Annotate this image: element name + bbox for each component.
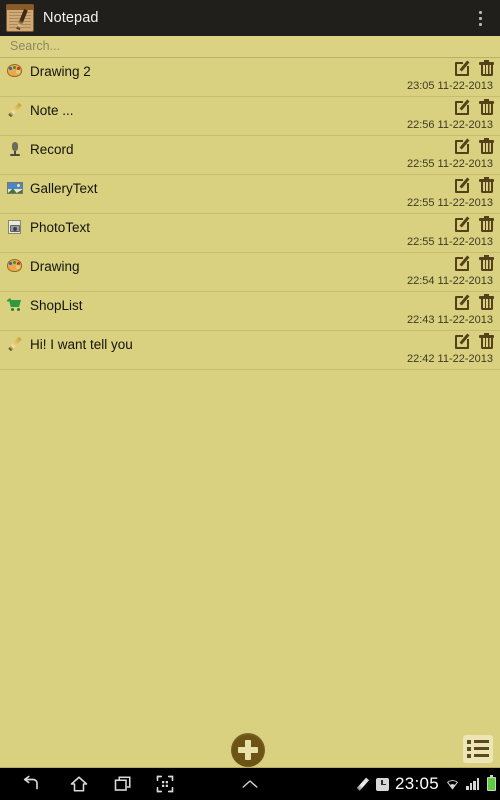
trash-icon[interactable] xyxy=(479,138,494,155)
back-arrow-icon[interactable] xyxy=(22,775,40,793)
status-clock: 23:05 xyxy=(394,774,439,793)
edit-icon[interactable] xyxy=(455,216,471,233)
recent-apps-icon[interactable] xyxy=(114,775,132,793)
note-timestamp: 22:55 11-22-2013 xyxy=(406,158,493,170)
note-row[interactable]: GalleryText 22:55 11-22-2013 xyxy=(0,175,500,214)
note-row-actions xyxy=(455,60,494,77)
palette-icon xyxy=(7,258,23,274)
trash-icon[interactable] xyxy=(479,99,494,116)
overflow-menu-icon[interactable] xyxy=(464,0,496,36)
note-row[interactable]: Drawing 2 23:05 11-22-2013 xyxy=(0,58,500,97)
note-row-actions xyxy=(455,177,494,194)
trash-icon[interactable] xyxy=(479,177,494,194)
list-view-button[interactable] xyxy=(463,735,493,763)
search-input[interactable] xyxy=(8,38,482,54)
note-timestamp: 22:42 11-22-2013 xyxy=(406,353,493,365)
note-timestamp: 22:54 11-22-2013 xyxy=(406,275,493,287)
note-row-actions xyxy=(455,216,494,233)
note-title: Drawing 2 xyxy=(30,64,91,79)
add-note-button[interactable] xyxy=(231,733,265,767)
wifi-icon xyxy=(446,779,459,790)
cart-icon xyxy=(6,297,23,313)
trash-icon[interactable] xyxy=(479,255,494,272)
edit-icon[interactable] xyxy=(455,177,471,194)
edit-icon[interactable] xyxy=(455,60,471,77)
palette-icon xyxy=(7,63,23,79)
note-row-actions xyxy=(455,99,494,116)
note-timestamp: 22:43 11-22-2013 xyxy=(406,314,493,326)
note-row-actions xyxy=(455,294,494,311)
edit-icon[interactable] xyxy=(455,99,471,116)
note-title: ShopList xyxy=(30,298,83,313)
note-timestamp: 22:56 11-22-2013 xyxy=(406,119,493,131)
camera-icon xyxy=(7,219,23,235)
screenshot-icon[interactable] xyxy=(156,775,174,793)
search-bar[interactable] xyxy=(0,36,500,58)
gallery-icon xyxy=(7,180,23,196)
status-icons: 23:05 xyxy=(356,768,496,800)
edit-icon[interactable] xyxy=(455,294,471,311)
trash-icon[interactable] xyxy=(479,333,494,350)
pencil-status-icon xyxy=(356,777,370,791)
note-timestamp: 22:55 11-22-2013 xyxy=(406,197,493,209)
edit-icon[interactable] xyxy=(455,333,471,350)
mic-icon xyxy=(7,141,23,157)
note-timestamp: 22:55 11-22-2013 xyxy=(406,236,493,248)
note-row[interactable]: Record 22:55 11-22-2013 xyxy=(0,136,500,175)
note-timestamp: 23:05 11-22-2013 xyxy=(406,80,493,92)
note-title: GalleryText xyxy=(30,181,98,196)
note-row-actions xyxy=(455,333,494,350)
alarm-icon xyxy=(375,777,389,791)
note-row-actions xyxy=(455,138,494,155)
signal-icon xyxy=(466,778,481,791)
note-title: PhotoText xyxy=(30,220,91,235)
android-navigation-bar: 23:05 xyxy=(0,768,500,800)
app-screen: Notepad Drawing 2 23:05 11-22-2013 Note ..… xyxy=(0,0,500,800)
note-row[interactable]: PhotoText 22:55 11-22-2013 xyxy=(0,214,500,253)
battery-icon xyxy=(487,775,496,791)
note-row-actions xyxy=(455,255,494,272)
trash-icon[interactable] xyxy=(479,294,494,311)
note-title: Hi! I want tell you xyxy=(30,337,133,352)
note-row[interactable]: ShopList 22:43 11-22-2013 xyxy=(0,292,500,331)
note-row[interactable]: Hi! I want tell you 22:42 11-22-2013 xyxy=(0,331,500,370)
note-title: Record xyxy=(30,142,74,157)
trash-icon[interactable] xyxy=(479,216,494,233)
title-bar: Notepad xyxy=(0,0,500,36)
pencil-icon xyxy=(7,336,23,352)
note-title: Note ... xyxy=(30,103,74,118)
notepad-pencil-icon xyxy=(6,4,34,32)
pencil-icon xyxy=(7,102,23,118)
trash-icon[interactable] xyxy=(479,60,494,77)
home-icon[interactable] xyxy=(70,775,88,793)
note-row[interactable]: Drawing 22:54 11-22-2013 xyxy=(0,253,500,292)
app-title: Notepad xyxy=(43,10,99,26)
edit-icon[interactable] xyxy=(455,138,471,155)
note-row[interactable]: Note ... 22:56 11-22-2013 xyxy=(0,97,500,136)
note-list: Drawing 2 23:05 11-22-2013 Note ... 22:56 1… xyxy=(0,58,500,370)
edit-icon[interactable] xyxy=(455,255,471,272)
note-title: Drawing xyxy=(30,259,80,274)
chevron-up-icon[interactable] xyxy=(240,775,260,793)
